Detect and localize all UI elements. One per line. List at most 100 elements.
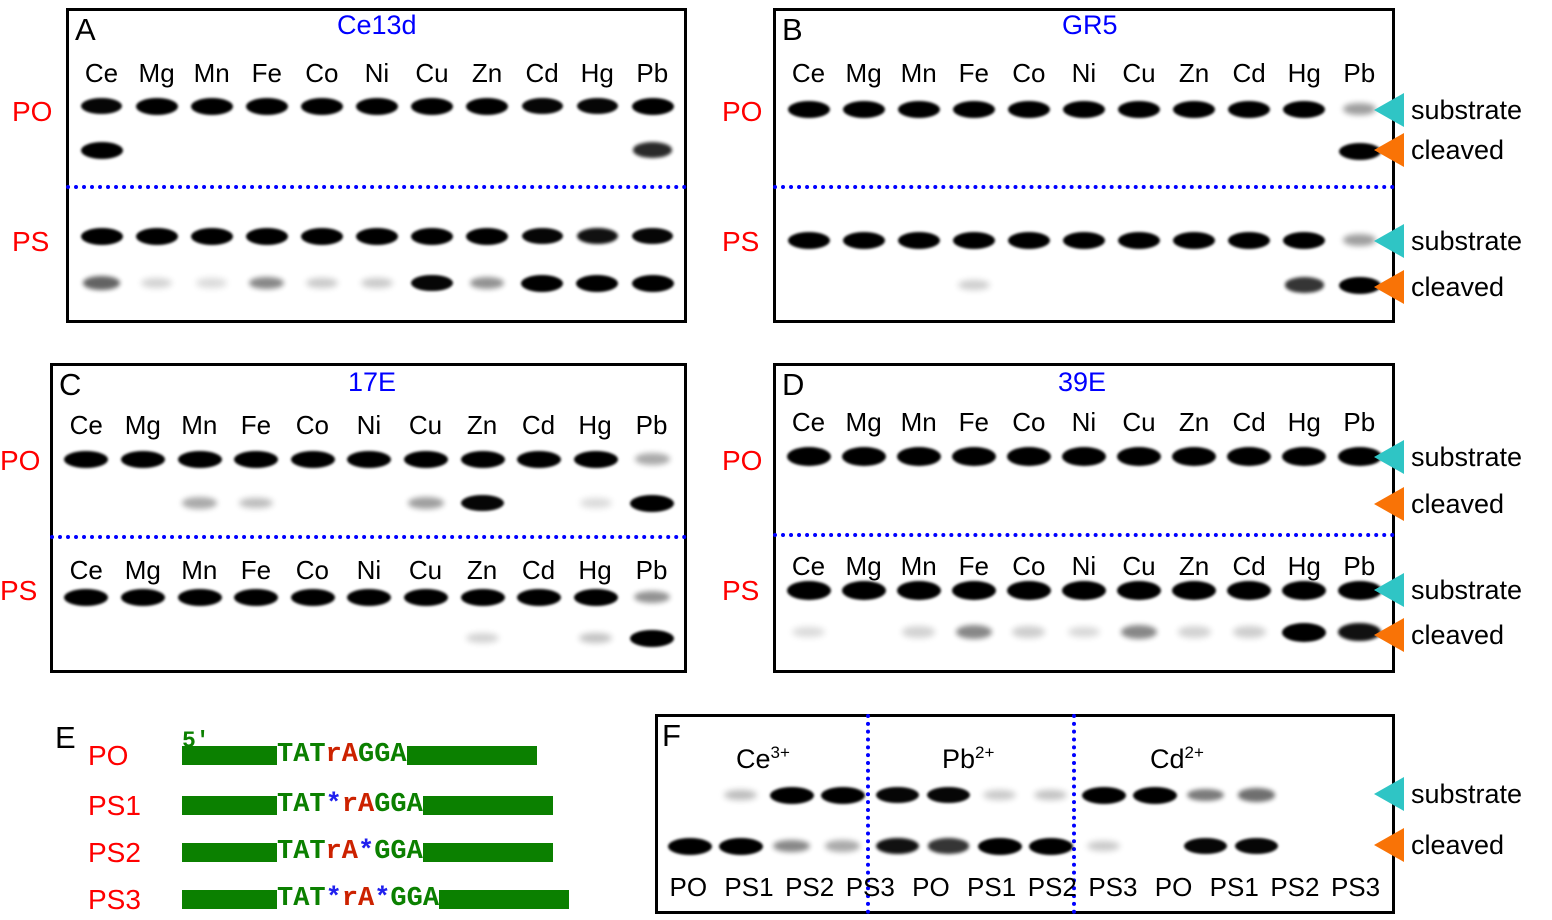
panel-f-lane-label: PO xyxy=(912,872,950,902)
panel-d-letter: D xyxy=(782,367,805,402)
lane-label-cu: Cu xyxy=(1122,551,1156,581)
panel-f-group-label-pb: Pb2+ xyxy=(942,744,994,773)
lane-label-zn: Zn xyxy=(471,58,503,88)
sequence-segment: TAT xyxy=(277,836,326,867)
gel-band xyxy=(411,97,454,115)
lane-label-mg: Mg xyxy=(138,58,175,88)
gel-band xyxy=(466,633,499,643)
gel-band xyxy=(928,838,969,854)
lane-label-ce: Ce xyxy=(69,410,103,440)
lane-label-cd: Cd xyxy=(521,555,556,585)
gel-band xyxy=(177,588,222,606)
gel-band xyxy=(411,227,454,245)
lane-label-pb: Pb xyxy=(636,58,669,88)
lane-label-fe: Fe xyxy=(251,58,282,88)
panel-b-cleaved-arrow-ps: cleaved xyxy=(1374,270,1504,304)
lane-label-zn: Zn xyxy=(1178,407,1210,437)
gel-band xyxy=(460,588,505,606)
lane-label-fe: Fe xyxy=(958,551,989,581)
gel-band xyxy=(1237,788,1276,802)
dna-bar-right xyxy=(439,889,570,909)
lane-label-mn: Mn xyxy=(900,551,937,581)
gel-band xyxy=(177,450,222,468)
substrate-arrow-label: substrate xyxy=(1411,574,1523,605)
gel-band xyxy=(1117,446,1162,466)
gel-band xyxy=(951,446,996,466)
panel-a-ps-label: PS xyxy=(12,226,50,257)
gel-band xyxy=(1081,786,1126,804)
panel-f-lane-label: PS2 xyxy=(1270,872,1320,902)
gel-band xyxy=(1342,103,1377,115)
gel-band xyxy=(769,786,814,804)
substrate-arrow-label: substrate xyxy=(1411,778,1523,809)
panel-a-po-label: PO xyxy=(12,96,53,127)
lane-label-ni: Ni xyxy=(356,410,382,440)
lane-label-co: Co xyxy=(1012,58,1046,88)
sequence-segment: TAT xyxy=(277,739,326,770)
gel-band xyxy=(182,497,217,509)
sequence-segment: * xyxy=(325,789,342,820)
lane-label-hg: Hg xyxy=(1287,551,1321,581)
sequence-segment: rA xyxy=(341,789,375,820)
lane-label-mn: Mn xyxy=(900,58,937,88)
lane-label-mn: Mn xyxy=(181,410,218,440)
gel-band xyxy=(786,580,831,600)
panel-f-lane-label: PS1 xyxy=(967,872,1017,902)
sequence-segment: rA xyxy=(325,739,359,770)
panel-d-lane-labels-bottom: Ce Mg Mn Fe Co Ni Cu Zn Cd Hg Pb xyxy=(781,553,1387,579)
panel-f-substrate-arrow: substrate xyxy=(1374,777,1522,811)
cleaved-arrow-icon xyxy=(1374,487,1404,521)
panel-c-lane-labels-top: Ce Mg Mn Fe Co Ni Cu Zn Cd Hg Pb xyxy=(58,412,680,438)
panel-b-substrate-arrow-ps: substrate xyxy=(1374,224,1522,258)
panel-f-lane-label: PS1 xyxy=(724,872,774,902)
sequence-segment: * xyxy=(374,883,391,914)
panel-d-title: 39E xyxy=(1058,367,1107,397)
lane-label-mg: Mg xyxy=(124,555,161,585)
gel-band xyxy=(1283,100,1326,118)
panel-b-letter: B xyxy=(782,12,803,47)
panel-e-sequence-row: TATrAGGA xyxy=(182,740,537,770)
gel-band xyxy=(300,227,343,245)
lane-label-ce: Ce xyxy=(791,58,826,88)
substrate-arrow-label: substrate xyxy=(1411,94,1523,125)
dna-bar-right xyxy=(422,842,553,862)
panel-c-lane-labels-bottom: Ce Mg Mn Fe Co Ni Cu Zn Cd Hg Pb xyxy=(58,557,680,583)
gel-band xyxy=(403,588,448,606)
gel-band xyxy=(120,450,165,468)
substrate-arrow-icon xyxy=(1374,777,1404,811)
gel-band xyxy=(667,837,712,855)
lane-label-cd: Cd xyxy=(521,410,556,440)
panel-e-letter: E xyxy=(55,720,76,755)
panel-f-letter: F xyxy=(662,718,681,753)
dna-bar-right xyxy=(406,745,537,765)
panel-e-sequence-text: TAT*rAGGA xyxy=(277,789,423,820)
gel-band xyxy=(820,786,865,804)
gel-band xyxy=(356,97,399,115)
gel-band xyxy=(955,625,993,639)
gel-band xyxy=(196,278,228,288)
lane-label-ni: Ni xyxy=(1071,551,1097,581)
cleaved-arrow-icon xyxy=(1374,828,1404,862)
gel-band xyxy=(1228,100,1271,118)
gel-band xyxy=(1177,626,1211,638)
substrate-arrow-icon xyxy=(1374,224,1404,258)
gel-band xyxy=(290,450,335,468)
gel-band xyxy=(521,274,564,292)
gel-band xyxy=(411,274,453,292)
gel-band xyxy=(1228,231,1271,249)
lane-label-co: Co xyxy=(295,555,330,585)
gel-band xyxy=(1007,100,1050,118)
gel-band xyxy=(1086,840,1121,852)
lane-label-zn: Zn xyxy=(466,410,498,440)
gel-band xyxy=(842,231,885,249)
gel-band xyxy=(1132,786,1177,804)
gel-band xyxy=(841,580,886,600)
substrate-arrow-icon xyxy=(1374,440,1404,474)
gel-band xyxy=(64,450,109,468)
lane-label-mn: Mn xyxy=(193,58,230,88)
lane-label-hg: Hg xyxy=(1287,407,1321,437)
panel-f-lane-label: PO xyxy=(669,872,708,902)
gel-band xyxy=(977,837,1022,855)
panel-e-sequence-row: TAT*rAGGA xyxy=(182,790,553,820)
lane-label-fe: Fe xyxy=(958,407,989,437)
